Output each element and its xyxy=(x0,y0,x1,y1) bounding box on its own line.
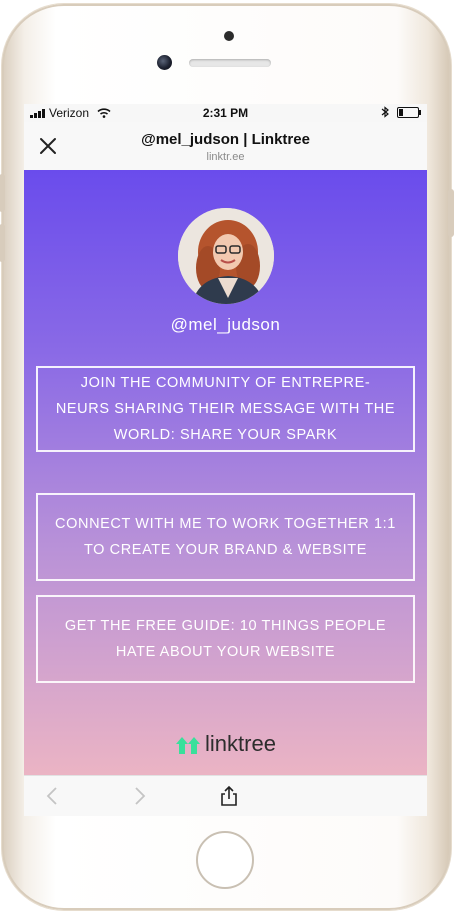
earpiece-speaker xyxy=(189,59,271,67)
front-camera xyxy=(157,55,172,70)
battery-icon xyxy=(397,106,421,118)
linktree-brand[interactable]: linktree xyxy=(24,731,427,757)
linktree-page: @mel_judson JOIN THE COMMUNITY OF ENTREP… xyxy=(24,170,427,775)
link-label: GET THE FREE GUIDE: 10 THINGS PEOPLE HAT… xyxy=(64,618,387,660)
home-button[interactable] xyxy=(196,831,254,889)
link-button-community[interactable]: JOIN THE COMMUNITY OF ENTREPRE-NEURS SHA… xyxy=(36,366,415,452)
battery-level xyxy=(399,108,403,116)
front-sensor xyxy=(224,31,234,41)
bluetooth-icon xyxy=(381,106,389,118)
brand-name: linktree xyxy=(205,731,276,756)
link-button-work-together[interactable]: CONNECT WITH ME TO WORK TOGETHER 1:1 TO … xyxy=(36,493,415,581)
screen: Verizon 2:31 PM @mel_judson | Linktree l… xyxy=(24,104,427,816)
chevron-left-icon[interactable] xyxy=(42,785,64,807)
status-bar: Verizon 2:31 PM xyxy=(24,104,427,122)
link-label: CONNECT WITH ME TO WORK TOGETHER 1:1 TO … xyxy=(55,516,396,558)
power-button xyxy=(448,189,454,237)
profile-photo xyxy=(178,208,274,304)
page-title: @mel_judson | Linktree xyxy=(141,131,310,148)
page-url: linktr.ee xyxy=(206,151,245,163)
link-button-free-guide[interactable]: GET THE FREE GUIDE: 10 THINGS PEOPLE HAT… xyxy=(36,595,415,683)
status-time: 2:31 PM xyxy=(202,106,249,120)
browser-toolbar xyxy=(24,775,427,816)
volume-down-button xyxy=(0,224,5,262)
profile-username: @mel_judson xyxy=(170,315,281,334)
link-label: JOIN THE COMMUNITY OF ENTREPRE-NEURS SHA… xyxy=(55,375,396,443)
linktree-logo-icon xyxy=(176,737,201,754)
avatar xyxy=(178,208,274,304)
share-icon[interactable] xyxy=(218,785,240,807)
volume-up-button xyxy=(0,174,5,212)
browser-nav-bar: @mel_judson | Linktree linktr.ee xyxy=(24,122,427,171)
chevron-right-icon[interactable] xyxy=(128,785,150,807)
